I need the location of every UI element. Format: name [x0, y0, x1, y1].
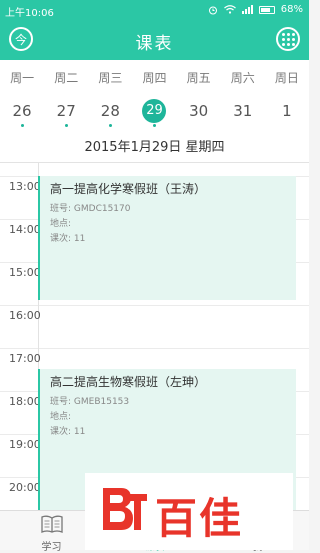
date-row: 26 27 28 29 30 31 1 [0, 99, 309, 129]
battery-percent: 68% [280, 4, 303, 15]
schedule-timeline[interactable]: 13:00 14:00 15:00 16:00 17:00 18:00 19:0… [0, 163, 309, 510]
hour-label: 19:00 [9, 438, 41, 451]
date-number: 26 [12, 102, 32, 120]
class-number: 班号: GMDC15170 [50, 204, 131, 214]
date-cell[interactable]: 28 [88, 99, 132, 129]
grid-menu-icon [281, 32, 295, 46]
hour-label: 20:00 [9, 481, 41, 494]
weekday-label: 周二 [54, 71, 79, 85]
hour-label: 14:00 [9, 223, 41, 236]
class-indicator-dot [108, 124, 112, 127]
wifi-icon [223, 5, 236, 14]
date-number: 28 [100, 102, 120, 120]
weekday-row: 周一 周二 周三 周四 周五 周六 周日 [0, 69, 309, 86]
hour-label: 15:00 [9, 266, 41, 279]
watermark-logo: 百佳 [85, 473, 293, 550]
weekday-label: 周五 [186, 71, 211, 85]
weekday-label: 周四 [142, 71, 167, 85]
hour-label: 17:00 [9, 352, 41, 365]
class-indicator-dot [20, 124, 24, 127]
hour-divider [0, 305, 309, 306]
week-header: 周一 周二 周三 周四 周五 周六 周日 26 27 28 29 30 31 1… [0, 60, 309, 163]
hour-label: 16:00 [9, 309, 41, 322]
class-title: 高二提高生物寒假班（左珅） [50, 375, 207, 389]
hour-divider [0, 348, 309, 349]
app-bar: 今 课表 [0, 20, 309, 60]
class-location: 地点: [50, 219, 72, 229]
status-bar: 上午10:06 68% [0, 0, 309, 20]
date-cell[interactable]: 1 [265, 99, 309, 129]
class-indicator-dot [64, 124, 68, 127]
date-number: 1 [282, 102, 292, 120]
weekday-label: 周日 [274, 71, 299, 85]
date-cell[interactable]: 26 [0, 99, 44, 129]
status-icons: 68% [208, 4, 303, 15]
date-cell[interactable]: 30 [177, 99, 221, 129]
logo-mark-icon [103, 488, 147, 530]
class-location: 地点: [50, 412, 72, 422]
grid-menu-button[interactable] [276, 27, 300, 51]
book-icon [40, 515, 63, 533]
class-session: 课次: 11 [50, 234, 86, 244]
class-event-card[interactable]: 高一提高化学寒假班（王涛） 班号: GMDC15170 地点: 课次: 11 [38, 176, 296, 300]
alarm-icon [208, 6, 217, 14]
date-cell[interactable]: 31 [221, 99, 265, 129]
date-number: 31 [233, 102, 253, 120]
status-time: 上午10:06 [5, 8, 54, 19]
selected-full-date: 2015年1月29日 星期四 [84, 140, 225, 155]
class-number: 班号: GMEB15153 [50, 397, 130, 407]
date-cell[interactable]: 27 [44, 99, 88, 129]
class-title: 高一提高化学寒假班（王涛） [50, 182, 207, 196]
hour-label: 13:00 [9, 180, 41, 193]
weekday-label: 周一 [10, 71, 35, 85]
date-number: 27 [56, 102, 76, 120]
watermark-text: 百佳 [155, 494, 244, 543]
battery-icon [258, 5, 275, 14]
class-session: 课次: 11 [50, 427, 86, 437]
hour-label: 18:00 [9, 395, 41, 408]
weekday-label: 周三 [98, 71, 123, 85]
weekday-label: 周六 [230, 71, 255, 85]
signal-icon [241, 5, 253, 14]
class-indicator-dot [152, 124, 156, 127]
date-number: 29 [142, 99, 167, 123]
page-title: 课表 [135, 34, 174, 54]
date-cell-selected[interactable]: 29 [132, 99, 176, 129]
date-number: 30 [189, 102, 209, 120]
